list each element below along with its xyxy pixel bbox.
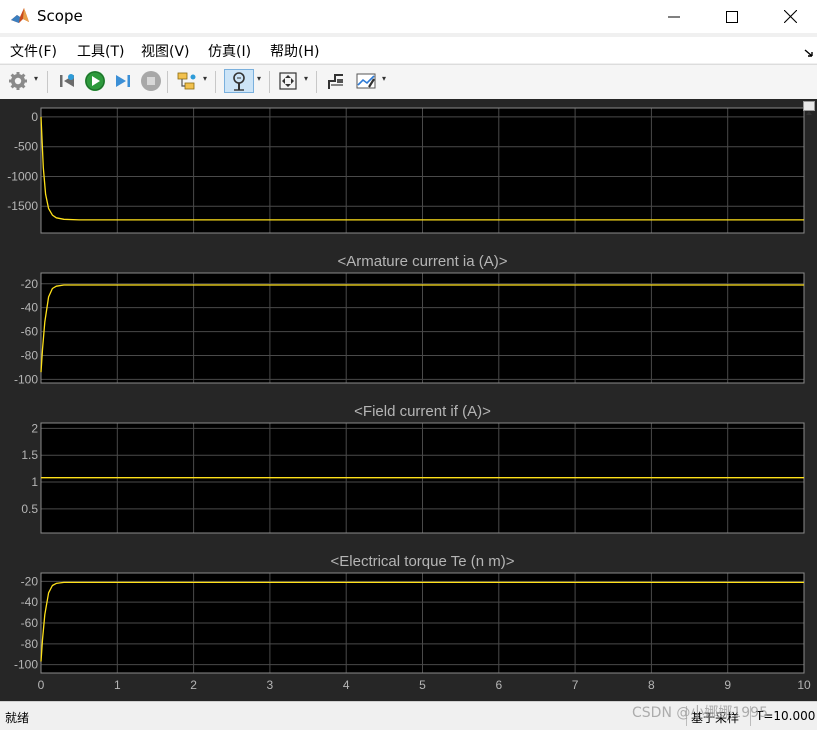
toolbar: ▾ ▾ ▾ ▾ ▾	[0, 64, 817, 100]
x-tick-label: 4	[343, 678, 350, 692]
toolbar-separator	[47, 71, 48, 93]
step-back-button[interactable]	[55, 69, 79, 93]
scope-display-area: 0 -500 -1000 -1500 -20 -40 -60 -80 -100 <Armature…	[0, 99, 817, 701]
zoom-dropdown-caret[interactable]: ▾	[257, 74, 265, 86]
x-tick-label: 2	[190, 678, 197, 692]
plot-title: <Field current if (A)>	[354, 403, 491, 420]
x-tick-label: 7	[572, 678, 579, 692]
y-tick-label: -1500	[7, 199, 38, 213]
x-tick-label: 1	[114, 678, 121, 692]
menu-help[interactable]: 帮助(H)	[270, 41, 319, 61]
undock-button[interactable]	[803, 101, 815, 115]
x-tick-label: 10	[797, 678, 811, 692]
x-tick-label: 3	[267, 678, 274, 692]
fit-to-view-button[interactable]	[276, 69, 300, 93]
y-tick-label: 1.5	[21, 448, 38, 462]
menu-file[interactable]: 文件(F)	[10, 41, 57, 61]
plot-title: <Electrical torque Te (n m)>	[331, 553, 515, 570]
scope-axes-3[interactable]: 2 1.5 1 0.5 <Field current if (A)>	[21, 403, 805, 534]
y-tick-label: -1000	[7, 169, 38, 183]
maximize-button[interactable]	[709, 0, 755, 33]
x-tick-label: 9	[724, 678, 731, 692]
stop-button[interactable]	[139, 69, 163, 93]
run-icon	[85, 71, 105, 91]
cursor-measure-icon	[328, 74, 343, 89]
step-back-icon	[60, 74, 74, 87]
toolbar-separator	[316, 71, 317, 93]
highlight-block-icon	[177, 72, 196, 90]
y-tick-label: -500	[14, 140, 38, 154]
maximize-icon	[726, 10, 738, 23]
cursor-measure-button[interactable]	[324, 69, 348, 93]
y-tick-label: -100	[14, 372, 38, 386]
pin-icon[interactable]	[804, 43, 814, 62]
y-tick-label: -20	[21, 277, 39, 291]
stop-icon	[141, 71, 161, 91]
triggers-dropdown-caret[interactable]: ▾	[382, 74, 390, 86]
close-button[interactable]	[767, 0, 813, 33]
matlab-logo-icon	[10, 6, 30, 26]
triggers-icon	[356, 73, 376, 89]
x-tick-label: 6	[495, 678, 502, 692]
watermark: CSDN @小娜娜1995	[632, 705, 768, 721]
y-tick-label: 0.5	[21, 502, 38, 516]
minimize-icon	[668, 16, 680, 17]
title-bar: Scope	[0, 0, 817, 33]
zoom-button[interactable]	[224, 69, 254, 93]
menu-bar: 文件(F) 工具(T) 视图(V) 仿真(I) 帮助(H)	[0, 37, 817, 63]
y-tick-label: 2	[31, 421, 38, 435]
menu-tools[interactable]: 工具(T)	[77, 41, 124, 61]
y-tick-label: -40	[21, 301, 39, 315]
gear-icon	[9, 72, 27, 90]
toolbar-separator	[215, 71, 216, 93]
y-tick-label: -80	[21, 349, 39, 363]
y-tick-label: -60	[21, 325, 39, 339]
highlight-dropdown-caret[interactable]: ▾	[203, 74, 211, 86]
y-tick-label: 0	[31, 110, 38, 124]
minimize-button[interactable]	[651, 0, 697, 33]
plot-title: <Armature current ia (A)>	[337, 253, 507, 270]
menu-view[interactable]: 视图(V)	[141, 41, 190, 61]
y-tick-label: -80	[21, 637, 39, 651]
y-tick-label: 1	[31, 475, 38, 489]
highlight-block-button[interactable]	[175, 69, 199, 93]
scope-axes-4[interactable]: -20 -40 -60 -80 -1000 1 2 3 4 5 6 7 8 9 10 <Electrical …	[14, 553, 811, 692]
triggers-button[interactable]	[354, 69, 378, 93]
window-title: Scope	[37, 7, 83, 25]
settings-dropdown-caret[interactable]: ▾	[34, 74, 42, 86]
y-tick-label: -20	[21, 574, 39, 588]
x-tick-label: 5	[419, 678, 426, 692]
scope-window: Scope 文件(F) 工具(T) 视图(V) 仿真(I) 帮助(H) ▾ ▾ …	[0, 0, 817, 730]
y-tick-label: -60	[21, 616, 39, 630]
run-button[interactable]	[83, 69, 107, 93]
x-tick-label: 8	[648, 678, 655, 692]
y-tick-label: -40	[21, 595, 39, 609]
toolbar-separator	[167, 71, 168, 93]
settings-button[interactable]	[6, 69, 30, 93]
scope-axes-1[interactable]: 0 -500 -1000 -1500	[7, 107, 805, 234]
zoom-icon	[233, 72, 245, 91]
fit-to-view-icon	[279, 72, 297, 90]
fit-dropdown-caret[interactable]: ▾	[304, 74, 312, 86]
step-forward-button[interactable]	[111, 69, 135, 93]
scope-plots[interactable]: 0-500-1000-1500-20-40-60-80-100<Armature…	[0, 99, 817, 701]
toolbar-separator	[269, 71, 270, 93]
step-forward-icon	[116, 75, 130, 87]
status-ready-text: 就绪	[5, 711, 30, 725]
y-tick-label: -100	[14, 658, 38, 672]
x-tick-label: 0	[38, 678, 45, 692]
close-icon	[783, 10, 797, 23]
scope-axes-2[interactable]: -20 -40 -60 -80 -100 <Armature current ia (A)…	[14, 253, 805, 386]
menu-simulation[interactable]: 仿真(I)	[208, 41, 251, 61]
restore-icon	[806, 111, 812, 115]
